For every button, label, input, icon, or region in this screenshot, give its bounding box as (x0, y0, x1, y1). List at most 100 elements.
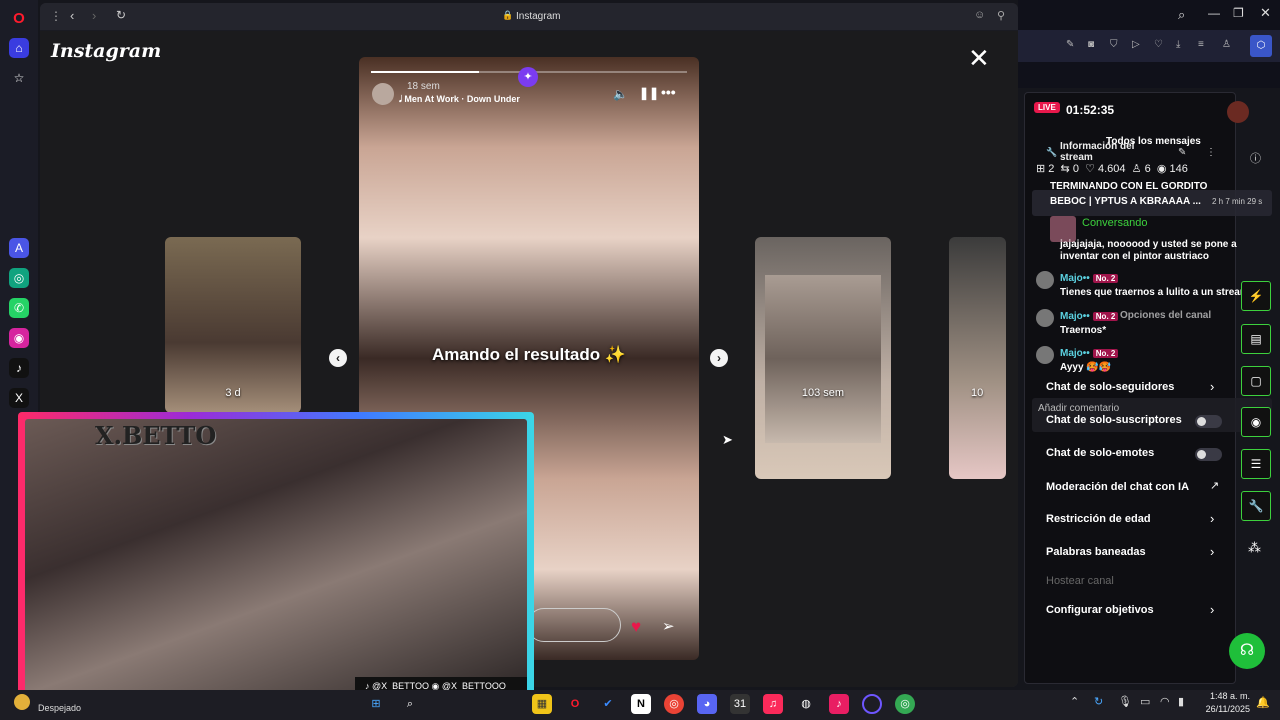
broadcast-button[interactable]: ◉ (1241, 407, 1271, 437)
menu-dots-icon[interactable]: ⋮ (50, 9, 62, 23)
obs-icon[interactable]: ◍ (796, 694, 816, 714)
add-comment-input[interactable]: Añadir comentario (1038, 403, 1119, 414)
chrome-icon[interactable]: ◎ (664, 694, 684, 714)
sparkle-icon[interactable]: ✦ (518, 67, 538, 87)
send-icon[interactable]: ➢ (662, 617, 675, 635)
notes-button[interactable]: ▤ (1241, 324, 1271, 354)
heart-icon[interactable]: ♥ (631, 617, 641, 637)
back-icon[interactable]: ‹ (70, 8, 74, 23)
menu-banned-words[interactable]: Palabras baneadas (1046, 546, 1146, 558)
info-icon[interactable]: ⓘ (1250, 150, 1261, 166)
instagram-icon[interactable]: ◉ (9, 328, 29, 348)
pause-icon[interactable]: ❚❚ (639, 86, 659, 100)
minimize-icon[interactable]: — (1208, 6, 1220, 20)
chat-bubble-button[interactable]: ▢ (1241, 366, 1271, 396)
avatar[interactable] (1227, 101, 1249, 123)
search-icon[interactable]: ⌕ (1178, 7, 1185, 23)
kebab-icon[interactable]: ⋮ (1206, 147, 1216, 158)
story-music[interactable]: 𝅘𝅥 Men At Work · Down Under (399, 94, 520, 105)
menu-age-restriction[interactable]: Restricción de edad (1046, 513, 1151, 525)
chevron-right-icon[interactable]: › (1210, 602, 1214, 617)
menu-followers-only[interactable]: Chat de solo-seguidores (1046, 381, 1174, 393)
apps-icon[interactable]: ▦ (532, 694, 552, 714)
x-icon[interactable]: X (9, 388, 29, 408)
notification-icon[interactable]: 🔔 (1256, 696, 1270, 709)
close-window-icon[interactable]: ✕ (1260, 5, 1271, 21)
calendar-icon[interactable]: 31 (730, 694, 750, 714)
more-options-icon[interactable]: ••• (661, 84, 676, 100)
menu-subscribers-only[interactable]: Chat de solo-suscriptores (1046, 414, 1182, 426)
whatsapp-icon[interactable]: ✆ (9, 298, 29, 318)
pin-icon[interactable]: ⚲ (997, 9, 1005, 22)
chat-username[interactable]: Majo•• No. 2 (1060, 311, 1119, 322)
clock-date[interactable]: 26/11/2025 (1195, 704, 1250, 714)
star-icon[interactable]: ☆ (9, 68, 29, 88)
music-icon[interactable]: ♫ (763, 694, 783, 714)
play-icon[interactable]: ▷ (1132, 39, 1140, 50)
discord-icon[interactable]: ◕ (697, 694, 717, 714)
tiktok-live-icon[interactable]: ♪ (829, 694, 849, 714)
menu-goals[interactable]: Configurar objetivos (1046, 604, 1154, 616)
close-icon[interactable]: ✕ (968, 45, 990, 71)
channel-options-label[interactable]: Opciones del canal (1120, 310, 1211, 321)
opera-logo-icon[interactable]: O (9, 9, 29, 29)
all-messages-label[interactable]: Todos los mensajes (1106, 136, 1201, 147)
instagram-logo[interactable]: Instagram (51, 40, 161, 62)
chat-username[interactable]: Majo•• No. 2 (1060, 273, 1119, 284)
notion-icon[interactable]: N (631, 694, 651, 714)
reply-input[interactable] (527, 608, 621, 642)
chrome-icon[interactable]: ◎ (895, 694, 915, 714)
chevron-right-icon[interactable]: › (1210, 511, 1214, 526)
sync-icon[interactable]: ↻ (1094, 695, 1103, 708)
menu-emotes-only[interactable]: Chat de solo-emotes (1046, 447, 1154, 459)
mic-icon[interactable]: 🎙 (1118, 695, 1132, 708)
monitor-icon[interactable]: ▭ (1140, 695, 1150, 708)
reload-icon[interactable]: ↻ (116, 8, 126, 22)
home-icon[interactable]: ⌂ (9, 38, 29, 58)
avatar[interactable] (372, 83, 394, 105)
emoji-icon[interactable]: ☺ (974, 9, 985, 21)
story-preview-left[interactable]: 3 d (165, 237, 301, 413)
circle-app-icon[interactable] (862, 694, 882, 714)
wifi-icon[interactable]: ◠ (1160, 695, 1170, 708)
chat-username[interactable]: Majo•• No. 2 (1060, 348, 1119, 359)
chatgpt-icon[interactable]: ◎ (9, 268, 29, 288)
clock-time[interactable]: 1:48 a. m. (1200, 691, 1250, 701)
download-icon[interactable]: ⤓ (1176, 39, 1180, 50)
list-icon[interactable]: ≡ (1198, 39, 1204, 50)
url-text[interactable]: Instagram (516, 11, 560, 22)
heart-outline-icon[interactable]: ♡ (1154, 39, 1163, 50)
prev-story-button[interactable]: ‹ (329, 349, 347, 367)
emotes-only-toggle[interactable] (1195, 448, 1222, 461)
pencil-icon[interactable]: ✎ (1178, 147, 1186, 158)
weather-icon[interactable] (14, 694, 30, 710)
support-headset-icon[interactable]: ☊ (1229, 633, 1265, 669)
tiktok-icon[interactable]: ♪ (9, 358, 29, 378)
opera-icon[interactable]: O (565, 694, 585, 714)
user-icon[interactable]: ♙ (1222, 39, 1231, 50)
chevron-up-icon[interactable]: ⌃ (1070, 695, 1079, 708)
search-icon[interactable]: ⌕ (400, 694, 420, 714)
forward-icon[interactable]: › (92, 8, 96, 23)
maximize-icon[interactable]: ❐ (1233, 6, 1244, 20)
edit-icon[interactable]: ✎ (1066, 39, 1074, 50)
external-link-icon[interactable]: ↗ (1210, 479, 1219, 492)
flash-button[interactable]: ⚡ (1241, 281, 1271, 311)
checkmark-icon[interactable]: ✔ (598, 694, 618, 714)
next-story-button[interactable]: › (710, 349, 728, 367)
chevron-right-icon[interactable]: › (1210, 544, 1214, 559)
share-nodes-icon[interactable]: ⁂ (1248, 540, 1261, 556)
chevron-right-icon[interactable]: › (1210, 379, 1214, 394)
camera-icon[interactable]: ◙ (1088, 39, 1094, 50)
story-preview-far-right[interactable]: 10 (949, 237, 1006, 479)
menu-ai-moderation[interactable]: Moderación del chat con IA (1046, 481, 1189, 493)
wrench-button[interactable]: 🔧 (1241, 491, 1271, 521)
weather-label[interactable]: Despejado (38, 703, 81, 713)
aria-icon[interactable]: A (9, 238, 29, 258)
mute-icon[interactable]: 🔈 (613, 87, 628, 101)
extension-icon[interactable]: ⬡ (1250, 35, 1272, 57)
layout-button[interactable]: ☰ (1241, 449, 1271, 479)
story-preview-right[interactable]: 103 sem (755, 237, 891, 479)
windows-start-icon[interactable]: ⊞ (366, 694, 386, 714)
shield-icon[interactable]: ⛉ (1110, 39, 1118, 50)
